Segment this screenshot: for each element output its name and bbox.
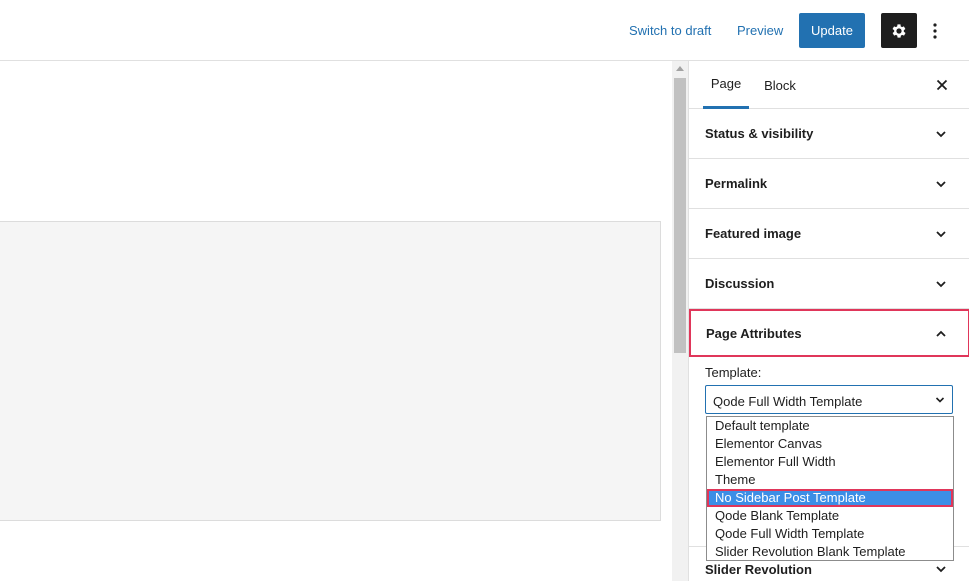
chevron-down-icon	[936, 566, 946, 573]
template-option-default[interactable]: Default template	[707, 417, 953, 435]
tab-page[interactable]: Page	[703, 61, 749, 109]
template-option-slider-revolution-blank[interactable]: Slider Revolution Blank Template	[707, 543, 953, 561]
chevron-down-icon	[936, 131, 946, 138]
chevron-up-icon	[936, 330, 946, 337]
tab-block[interactable]: Block	[759, 61, 801, 109]
panel-page-attributes[interactable]: Page Attributes	[689, 309, 969, 357]
settings-button[interactable]	[881, 13, 917, 48]
panel-status-visibility[interactable]: Status & visibility	[689, 109, 969, 159]
chevron-down-icon	[936, 231, 946, 238]
template-label: Template:	[705, 365, 762, 380]
panel-featured-image[interactable]: Featured image	[689, 209, 969, 259]
panel-label: Discussion	[705, 276, 775, 291]
panel-label: Slider Revolution	[705, 562, 812, 577]
preview-button[interactable]: Preview	[737, 23, 783, 38]
panel-label: Permalink	[705, 176, 768, 191]
panel-label: Page Attributes	[706, 326, 802, 341]
update-button[interactable]: Update	[799, 13, 865, 48]
template-option-qode-blank[interactable]: Qode Blank Template	[707, 507, 953, 525]
settings-sidebar: Page Block Status & visibility Permalink…	[688, 61, 969, 581]
template-select-value: Qode Full Width Template	[713, 394, 863, 409]
template-option-qode-full-width[interactable]: Qode Full Width Template	[707, 525, 953, 543]
close-icon	[936, 79, 948, 91]
vertical-ellipsis-icon	[933, 22, 937, 39]
content-block[interactable]	[0, 221, 661, 521]
sidebar-tabs: Page Block	[689, 61, 969, 109]
panel-discussion[interactable]: Discussion	[689, 259, 969, 309]
close-sidebar-button[interactable]	[932, 75, 952, 95]
template-select[interactable]: Qode Full Width Template	[705, 385, 953, 414]
panel-permalink[interactable]: Permalink	[689, 159, 969, 209]
scroll-up-arrow-icon[interactable]	[676, 66, 684, 71]
editor-canvas[interactable]	[0, 61, 672, 581]
editor-scrollbar[interactable]	[672, 61, 688, 581]
editor-toolbar: Switch to draft Preview Update	[0, 0, 969, 61]
panel-label: Featured image	[705, 226, 802, 241]
chevron-down-icon	[936, 281, 946, 288]
chevron-down-icon	[936, 181, 946, 188]
template-dropdown-list: Default template Elementor Canvas Elemen…	[706, 416, 954, 561]
panel-label: Status & visibility	[705, 126, 814, 141]
switch-to-draft-button[interactable]: Switch to draft	[629, 23, 711, 38]
scroll-thumb[interactable]	[674, 78, 686, 353]
template-option-theme[interactable]: Theme	[707, 471, 953, 489]
template-option-no-sidebar-post[interactable]: No Sidebar Post Template	[707, 489, 953, 507]
chevron-down-icon	[935, 397, 945, 403]
template-option-elementor-canvas[interactable]: Elementor Canvas	[707, 435, 953, 453]
gear-icon	[892, 23, 906, 38]
template-option-elementor-full-width[interactable]: Elementor Full Width	[707, 453, 953, 471]
more-options-button[interactable]	[925, 13, 945, 48]
